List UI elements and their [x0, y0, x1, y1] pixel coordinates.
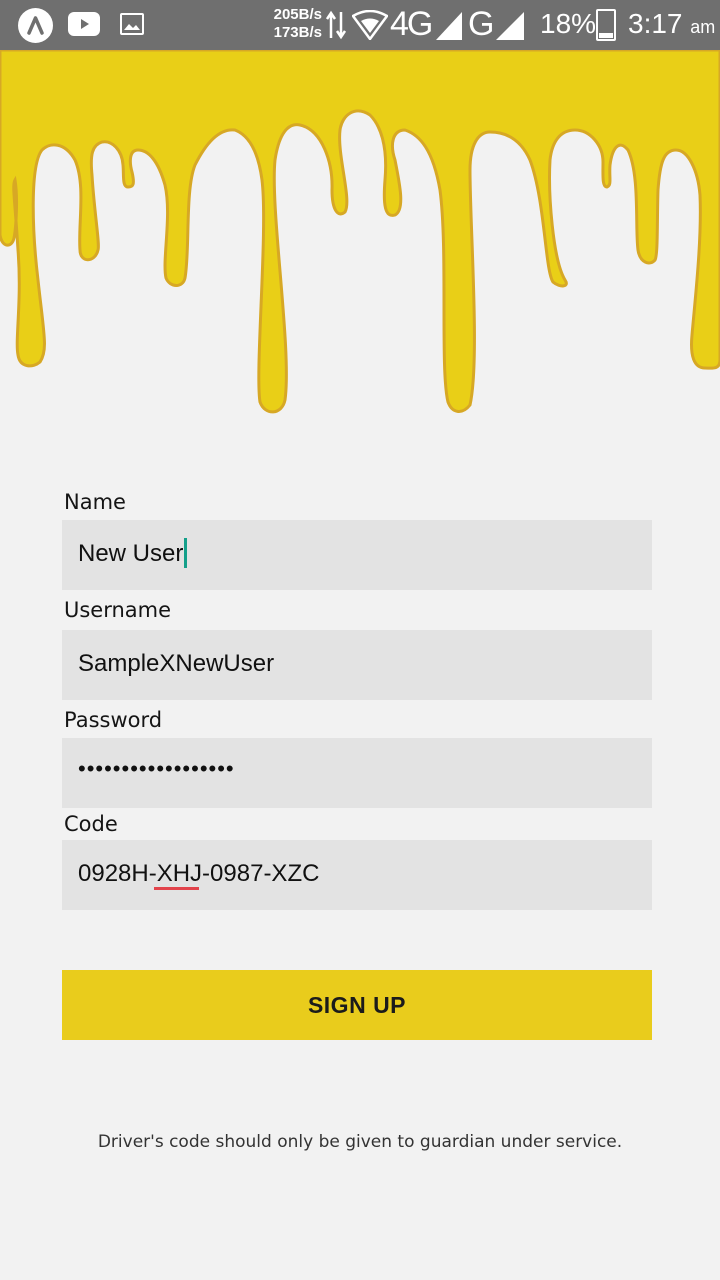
username-input[interactable]: SampleXNewUser — [62, 630, 652, 700]
battery-icon — [596, 9, 616, 41]
code-value: 0928H-XHJ-0987-XZC — [78, 860, 320, 887]
battery-percent: 18% — [540, 8, 597, 39]
data-arrows-icon — [325, 10, 347, 45]
username-label: Username — [64, 598, 172, 622]
password-input[interactable]: •••••••••••••••••• — [62, 738, 652, 808]
dripping-paint-banner — [0, 50, 720, 414]
name-label: Name — [64, 490, 126, 514]
network-type-secondary: G — [468, 5, 495, 43]
guardian-code-note: Driver's code should only be given to gu… — [97, 1132, 623, 1152]
clock-time: 3:17 — [628, 8, 683, 39]
gallery-icon — [120, 13, 144, 35]
password-label: Password — [64, 708, 163, 732]
youtube-icon — [68, 12, 100, 36]
network-type-primary: 4G — [390, 5, 433, 43]
name-input[interactable]: New User — [62, 520, 652, 590]
password-value: •••••••••••••••••• — [78, 756, 235, 781]
network-speed: 205B/s 173B/s — [273, 6, 322, 41]
wifi-icon — [351, 9, 389, 45]
status-bar: 205B/s 173B/s 4G G 18% 3:17 am — [0, 0, 720, 50]
text-cursor — [184, 537, 188, 568]
code-label: Code — [64, 812, 118, 836]
signal-icon-secondary — [496, 12, 524, 45]
clock: 3:17 am — [628, 8, 715, 40]
name-text: New User — [78, 540, 184, 567]
sign-up-button[interactable]: SIGN UP — [62, 970, 652, 1040]
clock-ampm: am — [690, 17, 716, 37]
code-input[interactable]: 0928H-XHJ-0987-XZC — [62, 840, 652, 910]
spellcheck-underline — [154, 887, 199, 890]
signal-icon — [436, 12, 462, 45]
name-value: New User — [78, 537, 188, 568]
username-value: SampleXNewUser — [78, 650, 275, 677]
app-a-icon — [18, 8, 53, 43]
